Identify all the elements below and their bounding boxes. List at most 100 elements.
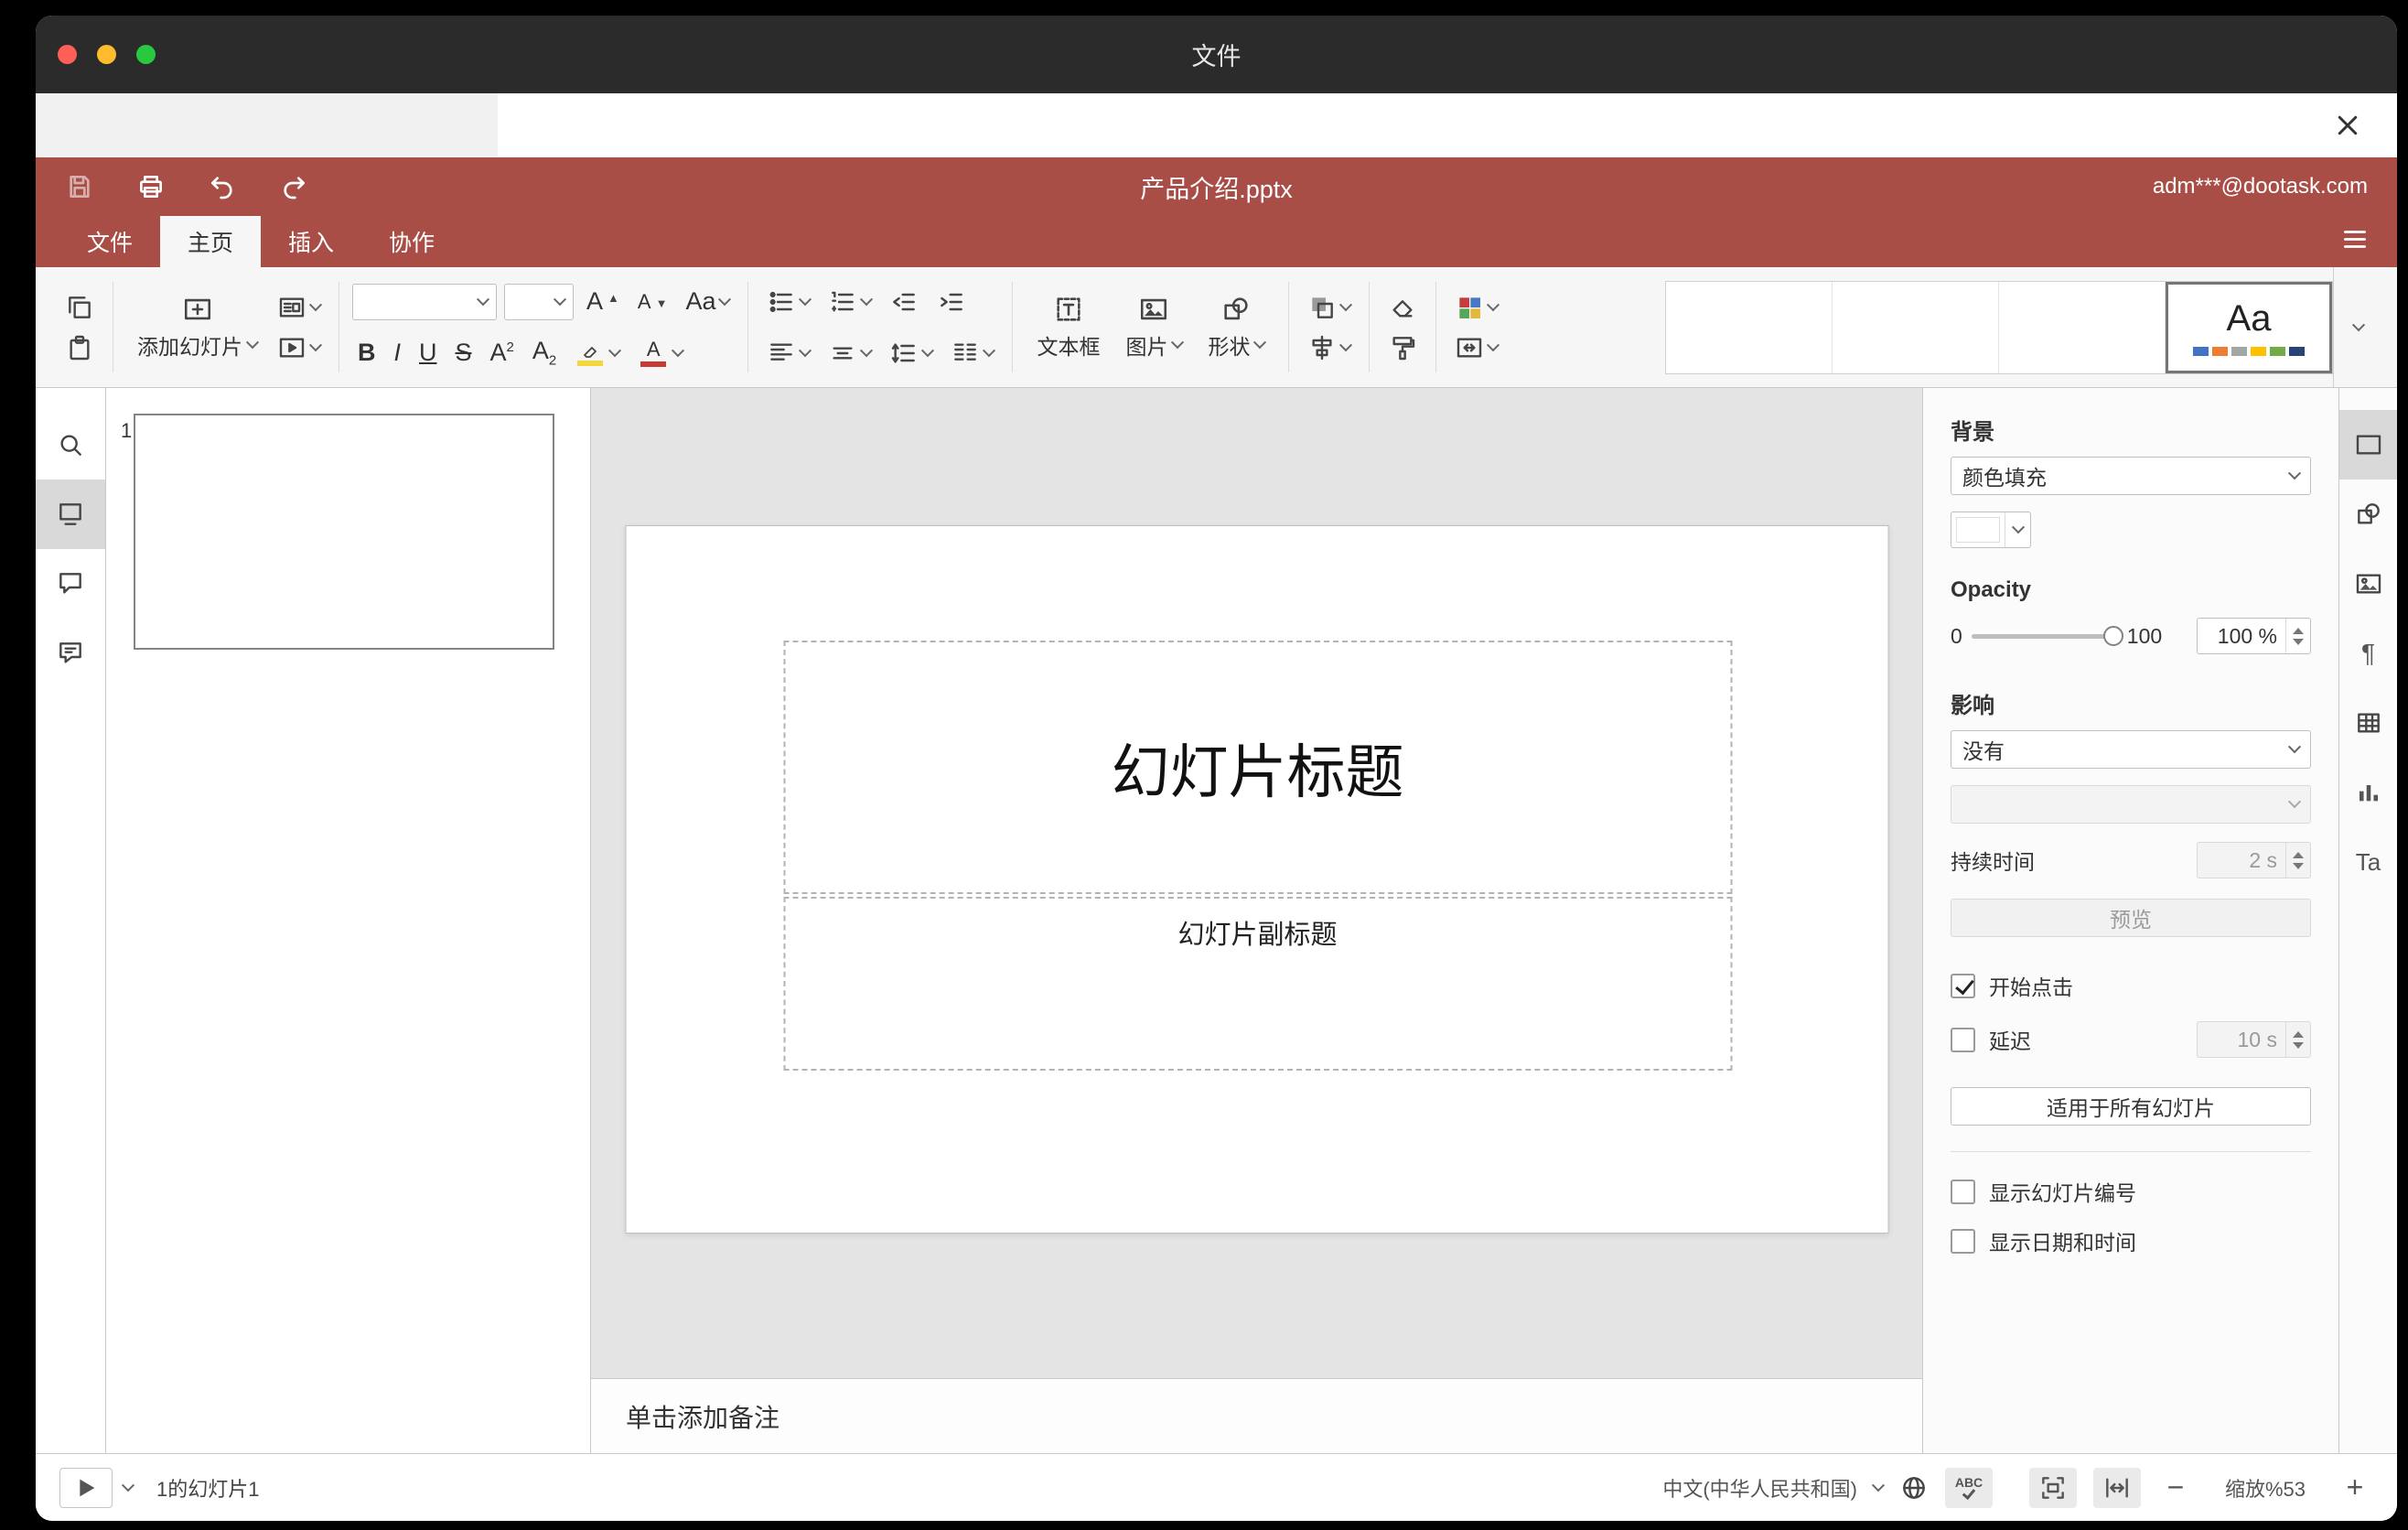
menu-button[interactable]	[2340, 225, 2370, 259]
preview-button[interactable]: 预览	[1951, 899, 2311, 937]
fit-slide-button[interactable]	[2029, 1467, 2077, 1508]
slide-thumbnail[interactable]	[134, 414, 554, 650]
vertical-align-button[interactable]	[822, 336, 876, 371]
increase-font-button[interactable]: A ▲	[581, 286, 625, 317]
increase-indent-button[interactable]	[931, 285, 972, 319]
zoom-out-button[interactable]: −	[2157, 1468, 2194, 1508]
save-button[interactable]	[65, 172, 94, 201]
color-scheme-button[interactable]	[1449, 290, 1503, 325]
title-placeholder[interactable]: 幻灯片标题	[783, 641, 1732, 894]
tab-file[interactable]: 文件	[59, 216, 160, 267]
line-spacing-button[interactable]	[884, 336, 938, 371]
tab-home[interactable]: 主页	[160, 216, 262, 267]
delay-checkbox[interactable]	[1951, 1027, 1975, 1052]
traffic-light-close[interactable]	[58, 45, 77, 64]
spinner-up-icon[interactable]	[2293, 627, 2304, 634]
insert-shape-button[interactable]: 形状	[1197, 290, 1275, 364]
subscript-button[interactable]: A2	[527, 336, 562, 370]
effect-type-select[interactable]	[1951, 785, 2311, 824]
tab-insert[interactable]: 插入	[261, 216, 361, 267]
fill-color-swatch[interactable]	[1951, 512, 2031, 548]
arrange-button[interactable]	[1302, 290, 1356, 325]
sidebar-chat-button[interactable]	[36, 619, 105, 688]
font-color-button[interactable]: A	[632, 337, 688, 370]
insert-textbox-button[interactable]: 文本框	[1026, 290, 1111, 364]
paste-button[interactable]	[59, 330, 100, 365]
bold-button[interactable]: B	[352, 338, 382, 368]
italic-button[interactable]: I	[389, 338, 407, 368]
panel-slide-settings-button[interactable]	[2339, 410, 2397, 479]
theme-item[interactable]	[1999, 281, 2166, 373]
align-shapes-button[interactable]	[1302, 330, 1356, 365]
duration-spinner[interactable]: 2 s	[2197, 842, 2311, 878]
undo-button[interactable]	[208, 172, 237, 201]
columns-button[interactable]	[945, 336, 999, 371]
theme-gallery-more-button[interactable]	[2333, 267, 2382, 387]
spinner-down-icon[interactable]	[2293, 638, 2304, 645]
numbering-button[interactable]	[822, 285, 876, 319]
panel-image-settings-button[interactable]	[2339, 549, 2397, 619]
underline-button[interactable]: U	[414, 338, 443, 368]
zoom-in-button[interactable]: +	[2337, 1468, 2373, 1508]
opacity-slider[interactable]	[1971, 626, 2123, 646]
sidebar-slides-button[interactable]	[36, 479, 105, 549]
language-selector[interactable]: 中文(中华人民共和国)	[1662, 1473, 1857, 1503]
start-slideshow-button[interactable]	[272, 330, 326, 365]
panel-chart-settings-button[interactable]	[2339, 758, 2397, 827]
add-slide-button[interactable]: 添加幻灯片	[126, 290, 268, 364]
show-date-time-checkbox[interactable]	[1951, 1228, 1975, 1254]
copy-button[interactable]	[59, 290, 100, 325]
decrease-font-button[interactable]: A ▼	[632, 289, 673, 315]
notes-area[interactable]: 单击添加备注	[591, 1378, 1922, 1453]
slide-layout-button[interactable]	[272, 290, 326, 325]
start-slideshow-status-button[interactable]	[59, 1467, 113, 1508]
panel-textart-settings-button[interactable]: Ta	[2339, 827, 2397, 897]
bullets-button[interactable]	[761, 285, 815, 319]
show-slide-number-checkbox[interactable]	[1951, 1179, 1975, 1204]
superscript-button[interactable]: A2	[485, 338, 520, 368]
spinner-arrows[interactable]	[2285, 619, 2310, 653]
fill-type-select[interactable]: 颜色填充	[1951, 457, 2311, 495]
redo-button[interactable]	[279, 172, 308, 201]
apply-all-button[interactable]: 适用于所有幻灯片	[1951, 1087, 2311, 1126]
shape-icon	[1224, 297, 1249, 320]
spellcheck-button[interactable]: ABC	[1945, 1467, 1993, 1508]
document-language-button[interactable]	[1899, 1473, 1929, 1503]
align-button[interactable]	[761, 336, 815, 371]
slider-knob[interactable]	[2102, 626, 2123, 646]
panel-paragraph-settings-button[interactable]: ¶	[2339, 619, 2397, 688]
theme-item-selected[interactable]: Aa	[2166, 281, 2332, 373]
opacity-spinner[interactable]: 100 %	[2197, 618, 2311, 654]
slide-size-button[interactable]	[1449, 330, 1503, 365]
copy-style-button[interactable]	[1382, 330, 1423, 365]
slide[interactable]: 幻灯片标题 幻灯片副标题	[625, 525, 1888, 1234]
fit-width-button[interactable]	[2093, 1467, 2141, 1508]
sidebar-comments-button[interactable]	[36, 549, 105, 619]
panel-shape-settings-button[interactable]	[2339, 479, 2397, 549]
subtitle-placeholder[interactable]: 幻灯片副标题	[783, 897, 1732, 1071]
change-case-button[interactable]: Aa	[680, 286, 735, 317]
spinner-arrows[interactable]	[2285, 843, 2310, 878]
slideshow-options-chevron-icon[interactable]	[121, 1478, 135, 1492]
font-name-select[interactable]	[352, 283, 497, 320]
start-on-click-checkbox[interactable]	[1951, 973, 1975, 998]
close-button[interactable]	[2327, 105, 2368, 145]
delay-spinner[interactable]: 10 s	[2197, 1021, 2311, 1058]
print-button[interactable]	[136, 172, 166, 201]
highlight-color-button[interactable]	[569, 338, 625, 369]
effect-select[interactable]: 没有	[1951, 730, 2311, 769]
spinner-arrows[interactable]	[2285, 1022, 2310, 1057]
tab-collaboration[interactable]: 协作	[361, 216, 462, 267]
chevron-down-icon	[553, 292, 567, 306]
decrease-indent-button[interactable]	[884, 285, 924, 319]
sidebar-search-button[interactable]	[36, 410, 105, 479]
strikethrough-button[interactable]: S	[450, 338, 478, 368]
theme-item[interactable]	[1833, 281, 1999, 373]
traffic-light-zoom[interactable]	[136, 45, 156, 64]
insert-image-button[interactable]: 图片	[1114, 290, 1193, 364]
font-size-select[interactable]	[504, 283, 574, 320]
theme-item[interactable]	[1666, 281, 1833, 373]
traffic-light-minimize[interactable]	[97, 45, 116, 64]
clear-style-button[interactable]	[1382, 290, 1423, 325]
panel-table-settings-button[interactable]	[2339, 688, 2397, 758]
